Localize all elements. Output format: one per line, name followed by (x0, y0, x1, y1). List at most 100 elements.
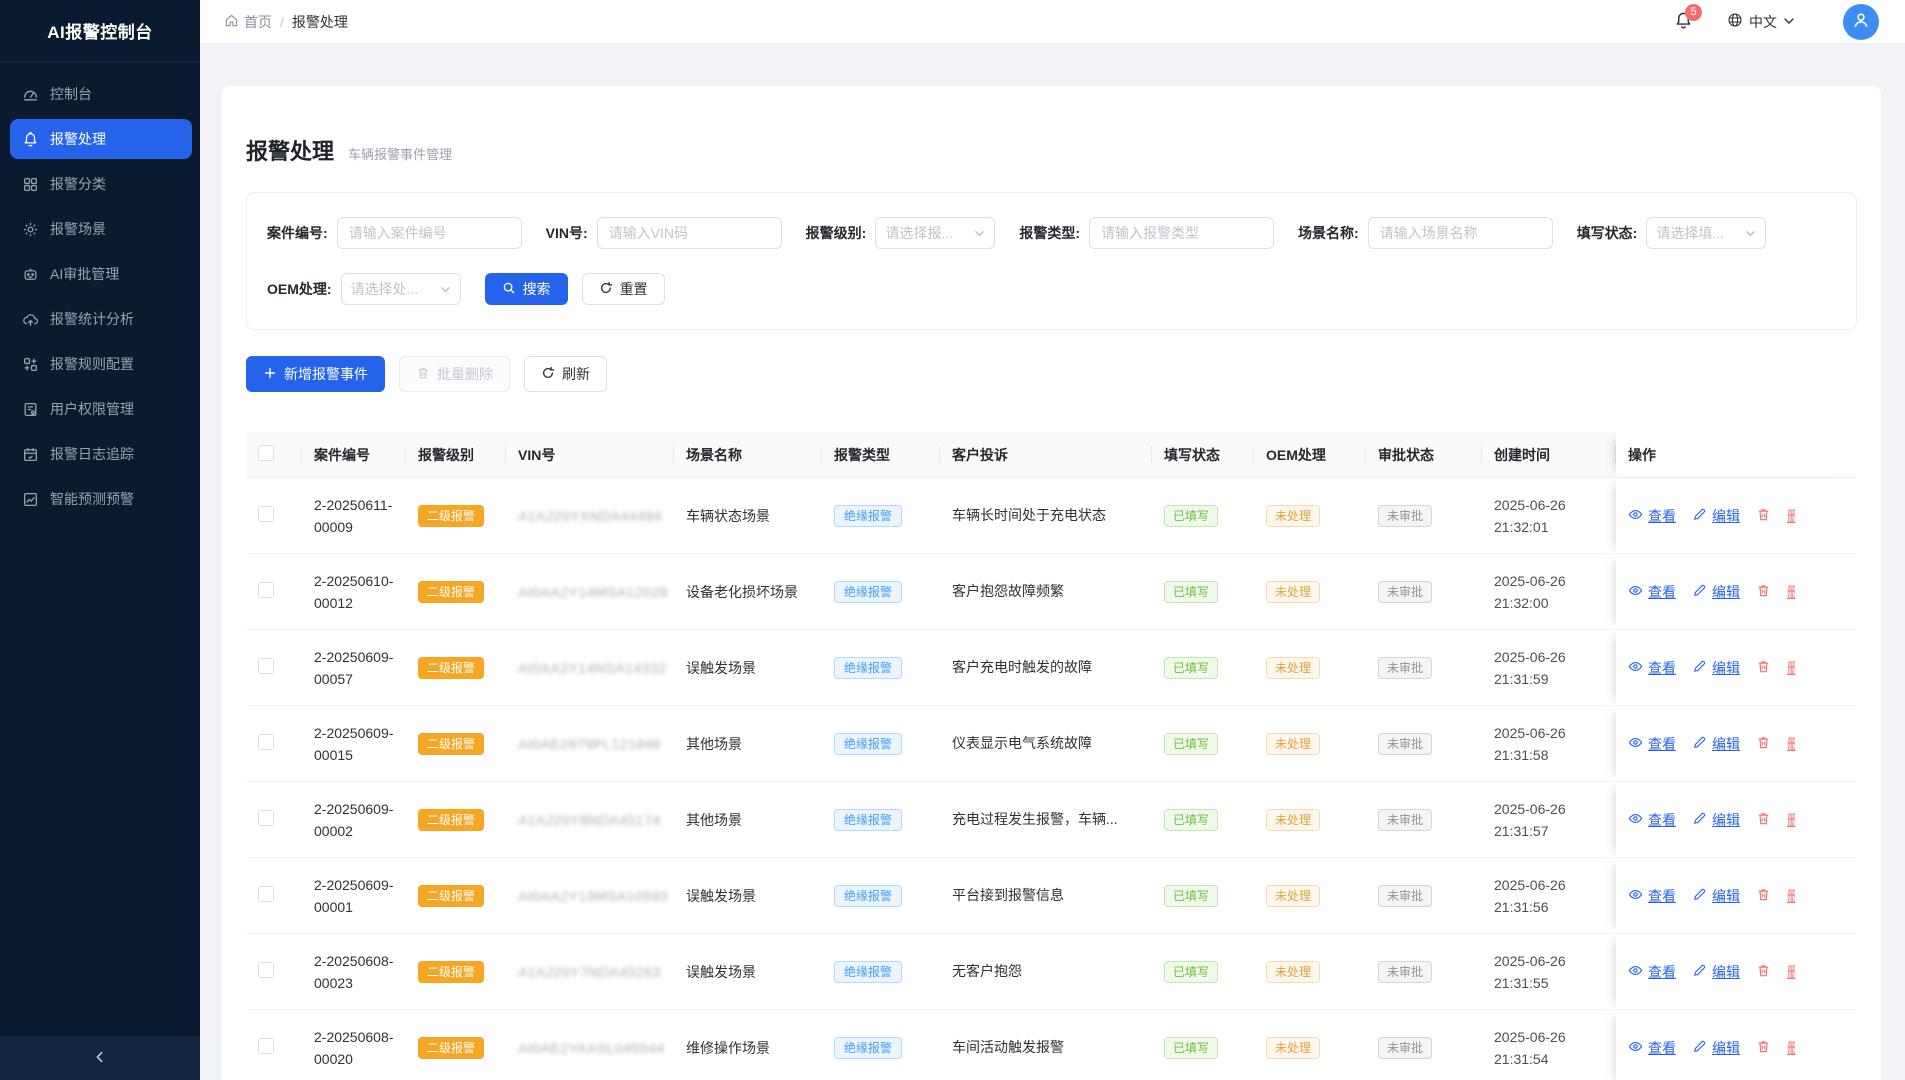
view-button[interactable]: 查看 (1628, 886, 1676, 906)
sidebar-item-7[interactable]: 报警规则配置 (10, 344, 192, 384)
sidebar-item-5[interactable]: AI审批管理 (10, 254, 192, 294)
delete-label-clipped[interactable]: 删除 (1787, 1038, 1795, 1058)
sidebar-item-1[interactable]: 控制台 (10, 74, 192, 114)
filter-input[interactable] (337, 217, 522, 249)
reset-button[interactable]: 重置 (582, 273, 665, 305)
sidebar-item-4[interactable]: 报警场景 (10, 209, 192, 249)
language-switcher[interactable]: 中文 (1727, 12, 1795, 32)
sidebar-item-9[interactable]: 报警日志追踪 (10, 434, 192, 474)
row-checkbox[interactable] (258, 1038, 274, 1054)
table-row: 2-20250609-00057 二级报警 AI0AA2Y14NSA14332 … (246, 630, 1857, 706)
delete-label-clipped[interactable]: 删除 (1787, 734, 1795, 754)
row-checkbox[interactable] (258, 582, 274, 598)
user-icon (1852, 11, 1870, 32)
delete-label-clipped[interactable]: 删除 (1787, 962, 1795, 982)
view-button[interactable]: 查看 (1628, 734, 1676, 754)
search-button[interactable]: 搜索 (485, 273, 568, 305)
view-button[interactable]: 查看 (1628, 506, 1676, 526)
created-datetime: 2025-06-26 21:31:54 (1494, 1026, 1604, 1070)
sidebar-item-2[interactable]: 报警处理 (10, 119, 192, 159)
alarm-type-badge: 绝缘报警 (834, 961, 902, 983)
pencil-icon (1692, 811, 1707, 829)
select-placeholder: 请选择填... (1656, 223, 1724, 243)
breadcrumb-home[interactable]: 首页 (224, 12, 272, 32)
add-alarm-event-button[interactable]: 新增报警事件 (246, 356, 385, 392)
delete-label-clipped[interactable]: 删除 (1787, 506, 1795, 526)
row-checkbox[interactable] (258, 734, 274, 750)
sidebar-collapse-button[interactable] (0, 1036, 200, 1080)
approve-status-badge: 未审批 (1378, 733, 1432, 755)
delete-button[interactable] (1756, 887, 1771, 905)
filter-select[interactable]: 请选择填... (1646, 217, 1766, 249)
row-checkbox[interactable] (258, 810, 274, 826)
column-header: 客户投诉 (940, 432, 1152, 478)
view-button[interactable]: 查看 (1628, 658, 1676, 678)
trash-icon (1756, 887, 1771, 905)
view-button[interactable]: 查看 (1628, 1038, 1676, 1058)
edit-button[interactable]: 编辑 (1692, 886, 1740, 906)
row-checkbox[interactable] (258, 506, 274, 522)
edit-button[interactable]: 编辑 (1692, 506, 1740, 526)
batch-delete-button[interactable]: 批量删除 (399, 356, 510, 392)
filter-input[interactable] (597, 217, 782, 249)
pencil-icon (1692, 507, 1707, 525)
pencil-icon (1692, 1039, 1707, 1057)
filter-select[interactable]: 请选择处... (341, 273, 461, 305)
chevron-down-icon (974, 228, 985, 239)
delete-label-clipped[interactable]: 删除 (1787, 810, 1795, 830)
edit-button[interactable]: 编辑 (1692, 962, 1740, 982)
avatar[interactable] (1843, 4, 1879, 40)
delete-label-clipped[interactable]: 删除 (1787, 886, 1795, 906)
view-button[interactable]: 查看 (1628, 810, 1676, 830)
select-all-checkbox[interactable] (258, 445, 274, 461)
column-header: 报警类型 (822, 432, 940, 478)
plus-icon (263, 366, 277, 383)
filter-field: 场景名称: (1298, 217, 1553, 249)
edit-button[interactable]: 编辑 (1692, 658, 1740, 678)
filter-input[interactable] (1368, 217, 1553, 249)
delete-label-clipped[interactable]: 删除 (1787, 582, 1795, 602)
filter-label: OEM处理: (267, 279, 332, 299)
delete-button[interactable] (1756, 811, 1771, 829)
edit-button[interactable]: 编辑 (1692, 734, 1740, 754)
delete-button[interactable] (1756, 583, 1771, 601)
sidebar-item-8[interactable]: 用户权限管理 (10, 389, 192, 429)
pencil-icon (1692, 963, 1707, 981)
sidebar-item-label: 智能预测预警 (50, 489, 134, 509)
edit-button[interactable]: 编辑 (1692, 1038, 1740, 1058)
view-button[interactable]: 查看 (1628, 582, 1676, 602)
edit-button[interactable]: 编辑 (1692, 810, 1740, 830)
notification-bell-button[interactable]: 5 (1674, 11, 1693, 33)
filter-select[interactable]: 请选择报... (875, 217, 995, 249)
sidebar-item-3[interactable]: 报警分类 (10, 164, 192, 204)
customer-complaint: 仪表显示电气系统故障 (952, 733, 1140, 754)
delete-button[interactable] (1756, 735, 1771, 753)
table-row: 2-20250609-00001 二级报警 AI0AA2Y13MSA10593 … (246, 858, 1857, 934)
created-time: 21:31:57 (1494, 820, 1604, 842)
sidebar-item-10[interactable]: 智能预测预警 (10, 479, 192, 519)
refresh-button[interactable]: 刷新 (524, 356, 607, 392)
sidebar-item-6[interactable]: 报警统计分析 (10, 299, 192, 339)
filter-label: VIN号: (546, 223, 588, 243)
filter-label: 案件编号: (267, 223, 328, 243)
table-row: 2-20250609-00002 二级报警 A1AJ29Y8NDA45174 其… (246, 782, 1857, 858)
row-checkbox[interactable] (258, 886, 274, 902)
oem-status-badge: 未处理 (1266, 961, 1320, 983)
row-checkbox[interactable] (258, 658, 274, 674)
row-actions: 查看 编辑 删除 (1628, 886, 1845, 906)
edit-button[interactable]: 编辑 (1692, 582, 1740, 602)
delete-button[interactable] (1756, 659, 1771, 677)
filter-input[interactable] (1089, 217, 1274, 249)
vin-value: AI0AA2Y14NSA14332 (518, 660, 667, 676)
delete-label-clipped[interactable]: 删除 (1787, 658, 1795, 678)
row-checkbox[interactable] (258, 962, 274, 978)
delete-button[interactable] (1756, 507, 1771, 525)
scene-name: 误触发场景 (686, 964, 756, 980)
delete-button[interactable] (1756, 1039, 1771, 1057)
view-label: 查看 (1648, 810, 1676, 830)
sidebar-item-label: 报警统计分析 (50, 309, 134, 329)
sidebar-item-label: 控制台 (50, 84, 92, 104)
trash-icon (1756, 507, 1771, 525)
view-button[interactable]: 查看 (1628, 962, 1676, 982)
delete-button[interactable] (1756, 963, 1771, 981)
